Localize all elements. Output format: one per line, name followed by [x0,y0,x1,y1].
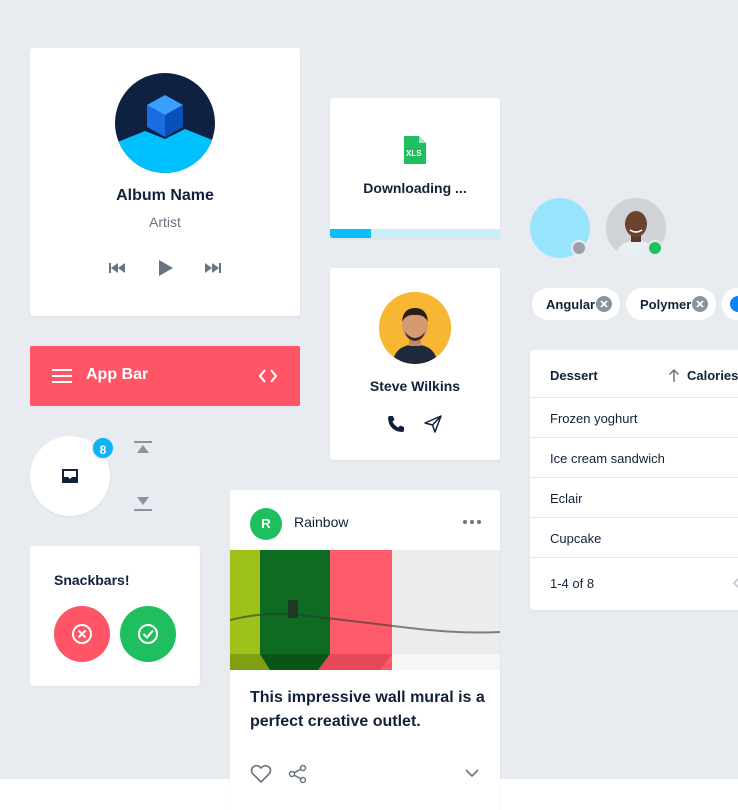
post-avatar: R [250,508,282,540]
table-cell: Eclair [550,491,583,506]
previous-icon[interactable] [107,258,127,278]
sort-arrow-up-icon[interactable] [668,368,680,382]
share-icon[interactable] [288,764,308,784]
chip-polymer[interactable]: Polymer [626,288,716,320]
post-text: This impressive wall mural is a perfect … [250,689,485,730]
error-snackbar-button[interactable] [54,606,110,662]
post-image [230,550,500,670]
next-icon[interactable] [203,258,223,278]
contact-card: Steve Wilkins [330,268,500,460]
table-cell: Ice cream sandwich [550,451,665,466]
remove-chip-icon[interactable] [596,296,612,312]
data-table: Dessert Calories Frozen yoghurt Ice crea… [530,350,738,610]
table-row[interactable]: Frozen yoghurt [530,398,738,438]
close-circle-icon [72,624,92,644]
menu-icon[interactable] [52,366,72,386]
column-header-calories[interactable]: Calories [687,368,738,383]
chip-label: Angular [546,296,596,312]
post-card: R Rainbow This impressive wall mural is … [230,490,500,810]
remove-chip-icon[interactable] [692,296,708,312]
inbox-fab[interactable]: 8 [30,436,115,516]
phone-icon[interactable] [386,414,406,434]
table-row[interactable]: Cupcake [530,518,738,558]
check-circle-icon [138,624,158,644]
success-snackbar-button[interactable] [120,606,176,662]
send-icon[interactable] [423,414,443,434]
heart-icon[interactable] [250,764,272,784]
chevron-left-icon[interactable] [732,576,738,590]
xls-file-icon: XLS [402,136,428,164]
album-artist: Artist [149,214,181,230]
xls-text: XLS [406,149,422,158]
snackbar-card: Snackbars! [30,546,200,686]
offline-status-dot [571,240,587,256]
more-options-icon[interactable] [462,514,482,530]
album-cover [115,73,215,173]
play-icon[interactable] [155,258,175,278]
scroll-top-icon[interactable] [134,440,152,458]
table-cell: Cupcake [550,531,602,546]
chip-partial[interactable] [722,288,738,320]
table-header: Dessert Calories [530,350,738,398]
column-header-dessert[interactable]: Dessert [550,368,598,383]
app-bar-title: App Bar [86,366,149,383]
online-status-dot [647,240,663,256]
pagination-label: 1-4 of 8 [550,576,595,591]
table-cell: Frozen yoghurt [550,411,638,426]
chevron-down-icon[interactable] [464,766,480,780]
remove-chip-icon[interactable] [730,296,738,312]
code-icon[interactable] [258,366,278,386]
download-label: Downloading ... [363,180,467,196]
table-row[interactable]: Ice cream sandwich [530,438,738,478]
table-row[interactable]: Eclair [530,478,738,518]
download-progress-fill [330,229,371,238]
inbox-icon [60,466,80,486]
contact-name: Steve Wilkins [369,378,461,394]
contact-avatar [379,292,451,364]
snackbar-title: Snackbars! [54,572,130,588]
album-name: Album Name [116,187,214,204]
scroll-bottom-icon[interactable] [134,494,152,512]
download-card: XLS Downloading ... [330,98,500,238]
chip-angular[interactable]: Angular [532,288,620,320]
app-bar: App Bar [30,346,300,406]
notification-badge: 8 [91,436,115,460]
post-username[interactable]: Rainbow [294,514,348,530]
album-card: Album Name Artist [30,48,300,316]
chip-label: Polymer [640,296,692,312]
